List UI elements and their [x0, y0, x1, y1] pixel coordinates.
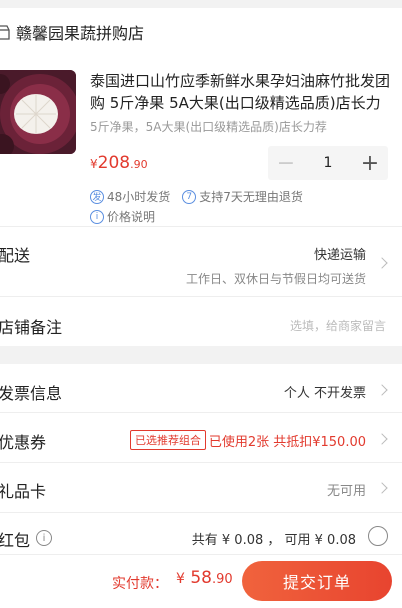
- invoice-value: 个人 不开发票: [283, 386, 366, 401]
- service-row: 发 48小时发货 7 支持7天无理由退货: [90, 188, 315, 205]
- red-packet-label: 红包: [0, 531, 31, 550]
- service-return-text: 支持7天无理由退货: [199, 190, 303, 204]
- total-integer: 58: [184, 568, 212, 588]
- shipping-badge-icon: 发: [90, 189, 104, 204]
- divider: [0, 462, 402, 463]
- gift-card-label: 礼品卡: [0, 482, 47, 501]
- info-icon: i: [90, 209, 104, 224]
- mangosteen-image: [0, 70, 76, 154]
- product-title[interactable]: 泰国进口山竹应季新鲜水果孕妇油麻竹批发团购 5斤净果 5A大果(出口级精选品质)…: [90, 70, 390, 114]
- red-packet-value: 共有 ¥ 0.08 ， 可用 ¥ 0.08: [191, 533, 356, 548]
- divider: [0, 512, 402, 513]
- service-return: 7 支持7天无理由退货: [182, 188, 303, 205]
- chevron-right-icon: [376, 384, 388, 396]
- invoice-label: 发票信息: [0, 384, 63, 403]
- red-packet-radio[interactable]: [368, 526, 388, 546]
- product-price: ¥208.90: [90, 153, 148, 173]
- divider: [0, 296, 402, 297]
- chevron-right-icon: [376, 257, 388, 269]
- price-note-row[interactable]: i 价格说明: [90, 208, 167, 225]
- total-currency: ¥: [176, 571, 185, 587]
- price-note[interactable]: i 价格说明: [90, 208, 155, 225]
- gift-card-value: 无可用: [326, 484, 366, 499]
- chevron-right-icon: [376, 482, 388, 494]
- info-icon[interactable]: i: [36, 530, 52, 546]
- divider: [0, 412, 402, 413]
- store-remark-label: 店铺备注: [0, 318, 63, 337]
- coupon-label: 优惠券: [0, 433, 47, 452]
- total-label: 实付款：: [112, 576, 168, 592]
- coupon-recommend-badge: 已选推荐组合: [130, 430, 206, 450]
- product-image[interactable]: [0, 70, 76, 154]
- store-header[interactable]: 赣馨园果蔬拼购店: [0, 22, 145, 43]
- return-badge-icon: 7: [182, 189, 197, 204]
- service-shipping: 发 48小时发货: [90, 188, 170, 205]
- submit-order-button[interactable]: 提交订单: [242, 561, 392, 601]
- divider: [0, 226, 402, 227]
- delivery-schedule: 工作日、双休日与节假日均可送货: [185, 272, 366, 286]
- quantity-value[interactable]: 1: [304, 155, 352, 171]
- checkout-bar: 实付款： ¥ 58.90 提交订单: [0, 554, 402, 608]
- delivery-label: 配送: [0, 246, 31, 265]
- order-store-card: 赣馨园果蔬拼购店 泰国进口山竹应季新鲜水果孕妇油麻竹批发团购 5斤净果 5A大果…: [0, 8, 402, 346]
- store-remark-input[interactable]: 选填，给商家留言: [290, 317, 386, 334]
- price-note-text: 价格说明: [107, 210, 156, 224]
- chevron-right-icon: [376, 433, 388, 445]
- product-spec: 5斤净果，5A大果(出口级精选品质)店长力荐: [90, 120, 327, 134]
- quantity-decrease-button[interactable]: −: [268, 146, 304, 180]
- price-integer: 208: [97, 153, 131, 173]
- price-currency: ¥: [90, 157, 98, 171]
- coupon-value: 已使用2张 共抵扣¥150.00: [208, 435, 366, 450]
- service-shipping-text: 48小时发货: [107, 190, 171, 204]
- total-decimal: .90: [211, 572, 233, 587]
- price-decimal: .90: [130, 158, 148, 171]
- delivery-method: 快递运输: [313, 248, 366, 263]
- quantity-stepper: − 1 +: [268, 146, 388, 180]
- total-price: ¥ 58.90: [176, 568, 233, 588]
- quantity-increase-button[interactable]: +: [352, 146, 388, 180]
- store-name: 赣馨园果蔬拼购店: [16, 24, 145, 43]
- store-icon: [0, 25, 10, 40]
- payment-options-card: 发票信息 个人 不开发票 优惠券 已选推荐组合 已使用2张 共抵扣¥150.00…: [0, 364, 402, 554]
